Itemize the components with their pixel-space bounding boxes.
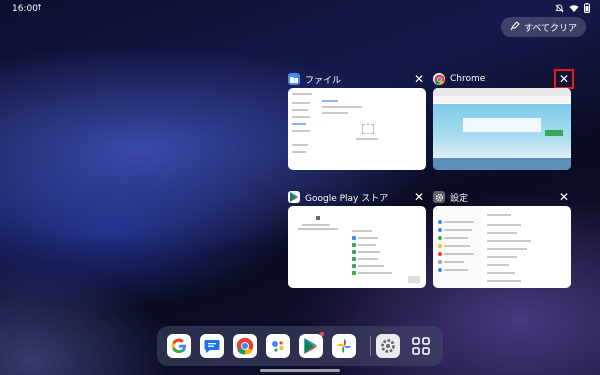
status-icons bbox=[555, 3, 590, 16]
dock-divider bbox=[370, 336, 371, 356]
clear-all-label: すべてクリア bbox=[523, 23, 577, 34]
app-preview-settings[interactable] bbox=[433, 206, 571, 288]
chrome-icon[interactable] bbox=[233, 334, 257, 358]
google-g-icon[interactable] bbox=[167, 334, 191, 358]
upload-arrow-icon: ↑ bbox=[36, 3, 43, 12]
app-grid-icon[interactable] bbox=[409, 334, 433, 358]
card-title: Google Play ストア bbox=[305, 193, 389, 204]
notification-dot bbox=[320, 332, 324, 336]
chrome-icon bbox=[433, 73, 445, 85]
close-icon[interactable]: ✕ bbox=[412, 72, 426, 86]
close-icon[interactable]: ✕ bbox=[557, 190, 571, 204]
recent-card-chrome[interactable]: Chrome ✕ bbox=[433, 69, 574, 170]
broom-icon bbox=[510, 20, 520, 34]
battery-icon bbox=[584, 3, 590, 16]
app-preview-files[interactable] bbox=[288, 88, 426, 170]
card-title: ファイル bbox=[305, 75, 342, 86]
status-bar: 16:00 ↑ bbox=[0, 0, 600, 18]
recent-card-files[interactable]: ファイル ✕ bbox=[288, 70, 426, 170]
card-header: Chrome ✕ bbox=[433, 69, 574, 89]
settings-gear-icon[interactable] bbox=[376, 334, 400, 358]
close-icon[interactable]: ✕ bbox=[554, 69, 574, 89]
taskbar-dock bbox=[157, 326, 443, 366]
card-header: 設定 ✕ bbox=[433, 188, 571, 206]
card-header: ファイル ✕ bbox=[288, 70, 426, 88]
wifi-icon bbox=[569, 4, 579, 16]
clock: 16:00 bbox=[12, 4, 38, 14]
card-title: 設定 bbox=[450, 193, 469, 204]
close-icon[interactable]: ✕ bbox=[412, 190, 426, 204]
navigation-handle[interactable] bbox=[260, 369, 340, 372]
card-header: Google Play ストア ✕ bbox=[288, 188, 426, 206]
app-preview-chrome[interactable] bbox=[433, 88, 571, 170]
messages-icon[interactable] bbox=[200, 334, 224, 358]
clear-all-button[interactable]: すべてクリア bbox=[500, 17, 586, 37]
files-folder-icon bbox=[288, 73, 300, 85]
app-preview-play-store[interactable] bbox=[288, 206, 426, 288]
play-store-icon[interactable] bbox=[299, 332, 324, 358]
recent-card-settings[interactable]: 設定 ✕ bbox=[433, 188, 571, 288]
play-store-icon bbox=[288, 191, 300, 203]
recent-card-play-store[interactable]: Google Play ストア ✕ bbox=[288, 188, 426, 288]
assistant-icon[interactable] bbox=[266, 334, 290, 358]
photos-icon[interactable] bbox=[332, 334, 356, 358]
card-title: Chrome bbox=[450, 74, 486, 84]
notifications-off-icon bbox=[555, 3, 564, 16]
settings-gear-icon bbox=[433, 191, 445, 203]
